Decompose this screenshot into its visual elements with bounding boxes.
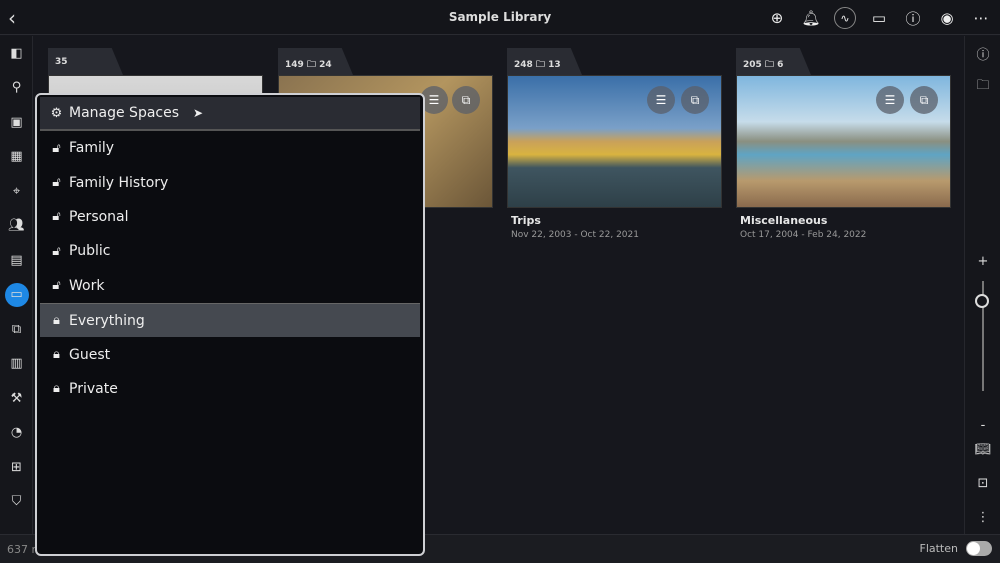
bell-icon[interactable]: 🔔︎ [800,7,822,29]
dashboard-icon[interactable]: ▥ [0,347,33,382]
flatten-label: Flatten [919,542,959,555]
image-icon[interactable]: ▣ [0,105,33,140]
export-icon[interactable]: ⊡ [965,466,1000,500]
item-count: 149 [285,60,304,70]
menu-item-label: Family History [69,174,169,191]
add-icon[interactable]: ⊕ [766,7,788,29]
help-icon[interactable]: ⓘ [902,7,924,29]
menu-item-private[interactable]: 🔒︎ Private [40,372,420,406]
album-icon[interactable]: ▤ [0,243,33,278]
menu-item-label: Manage Spaces [69,105,180,121]
search-icon[interactable]: ⚲ [0,71,33,106]
item-count: 35 [55,57,68,67]
location-icon[interactable]: ⌖ [0,174,33,209]
menu-item-guest[interactable]: 🔒︎ Guest [40,337,420,371]
calendar-icon[interactable]: ▦ [0,140,33,175]
activity-icon[interactable]: ∿ [834,7,856,29]
unlock-icon: 🔓︎ [52,243,61,259]
unlock-icon: 🔓︎ [52,209,61,225]
unlock-icon: 🔓︎ [52,278,61,294]
spaces-menu: ⚙ Manage Spaces ➤ 🔓︎ Family 🔓︎ Family Histor… [35,93,425,556]
lock-icon: 🔒︎ [53,347,60,363]
account-icon[interactable]: ◉ [936,7,958,29]
devices-icon[interactable]: ▭ [868,7,890,29]
zoom-in-button[interactable]: + [965,244,1000,278]
folder-card[interactable]: 205 🗀︎ 6 ☰ ⧉ Miscellaneous Oct 17, 2004 … [736,48,951,240]
menu-item-label: Personal [69,208,129,225]
menu-item-family[interactable]: 🔓︎ Family [40,131,420,165]
menu-item-label: Guest [69,346,111,363]
slideshow-icon[interactable]: ⧉ [452,86,480,114]
toggle-panel-icon[interactable]: ◧ [0,36,33,71]
menu-item-label: Everything [69,312,145,329]
list-settings-icon[interactable]: ☰ [647,86,675,114]
folder-count: 24 [319,60,332,70]
zoom-slider-handle[interactable] [975,294,989,308]
slideshow-icon[interactable]: ⧉ [681,86,709,114]
top-bar: ‹ Sample Library ⊕ 🔔︎ ∿ ▭ ⓘ ◉ ⋯ [0,0,1000,35]
menu-item-label: Work [69,277,105,294]
people-icon[interactable]: 👥︎ [0,209,33,244]
right-sidebar: ⓘ 🗀︎ + - 📖︎ ⊡ ⋮ [964,36,1000,534]
flatten-toggle[interactable] [966,541,992,556]
new-folder-icon[interactable]: 🗀︎ [965,70,1000,104]
folder-name: Miscellaneous [740,214,828,227]
folder-dates: Nov 22, 2003 - Oct 22, 2021 [511,230,639,240]
menu-item-personal[interactable]: 🔓︎ Personal [40,200,420,234]
menu-item-public[interactable]: 🔓︎ Public [40,234,420,268]
filter-icon[interactable]: ⛉ [0,485,33,520]
folder-icon[interactable]: ▭ [0,278,33,313]
menu-item-everything[interactable]: 🔒︎ Everything [40,302,420,338]
more-icon[interactable]: ⋯ [970,7,992,29]
item-count: 205 [743,60,762,70]
folder-dates: Oct 17, 2004 - Feb 24, 2022 [740,230,867,240]
menu-item-work[interactable]: 🔓︎ Work [40,269,420,303]
gear-icon: ⚙ [50,105,63,121]
lock-icon: 🔒︎ [53,381,60,397]
folder-card[interactable]: 248 🗀︎ 13 ☰ ⧉ Trips Nov 22, 2003 - Oct 2… [507,48,722,240]
item-count: 248 [514,60,533,70]
more-vertical-icon[interactable]: ⋮ [965,500,1000,534]
left-sidebar: ◧ ⚲ ▣ ▦ ⌖ 👥︎ ▤ ▭ ⧉ ▥ ⚒ ◔ ⊞ ⛉ [0,36,33,534]
unlock-icon: 🔓︎ [52,140,61,156]
slideshow-icon[interactable]: ⧉ [910,86,938,114]
folder-count: 6 [777,60,784,70]
menu-item-label: Private [69,380,118,397]
hierarchy-icon[interactable]: ⊞ [0,450,33,485]
menu-item-family-history[interactable]: 🔓︎ Family History [40,165,420,199]
info-icon[interactable]: ⓘ [965,36,1000,70]
lock-icon: 🔒︎ [53,313,60,329]
list-icon[interactable]: ☰ [876,86,904,114]
folder-count: 13 [548,60,561,70]
unlock-icon: 🔓︎ [52,175,61,191]
folder-name: Trips [511,214,541,227]
book-icon[interactable]: 📖︎ [965,432,1000,466]
tools-icon[interactable]: ⚒ [0,381,33,416]
stack-icon[interactable]: ⧉ [0,312,33,347]
manage-spaces-item[interactable]: ⚙ Manage Spaces ➤ [40,97,420,131]
item-total: 637 n [7,543,39,556]
cursor-icon: ➤ [193,106,204,120]
gauge-icon[interactable]: ◔ [0,416,33,451]
menu-item-label: Public [69,243,111,260]
menu-item-label: Family [69,140,115,157]
